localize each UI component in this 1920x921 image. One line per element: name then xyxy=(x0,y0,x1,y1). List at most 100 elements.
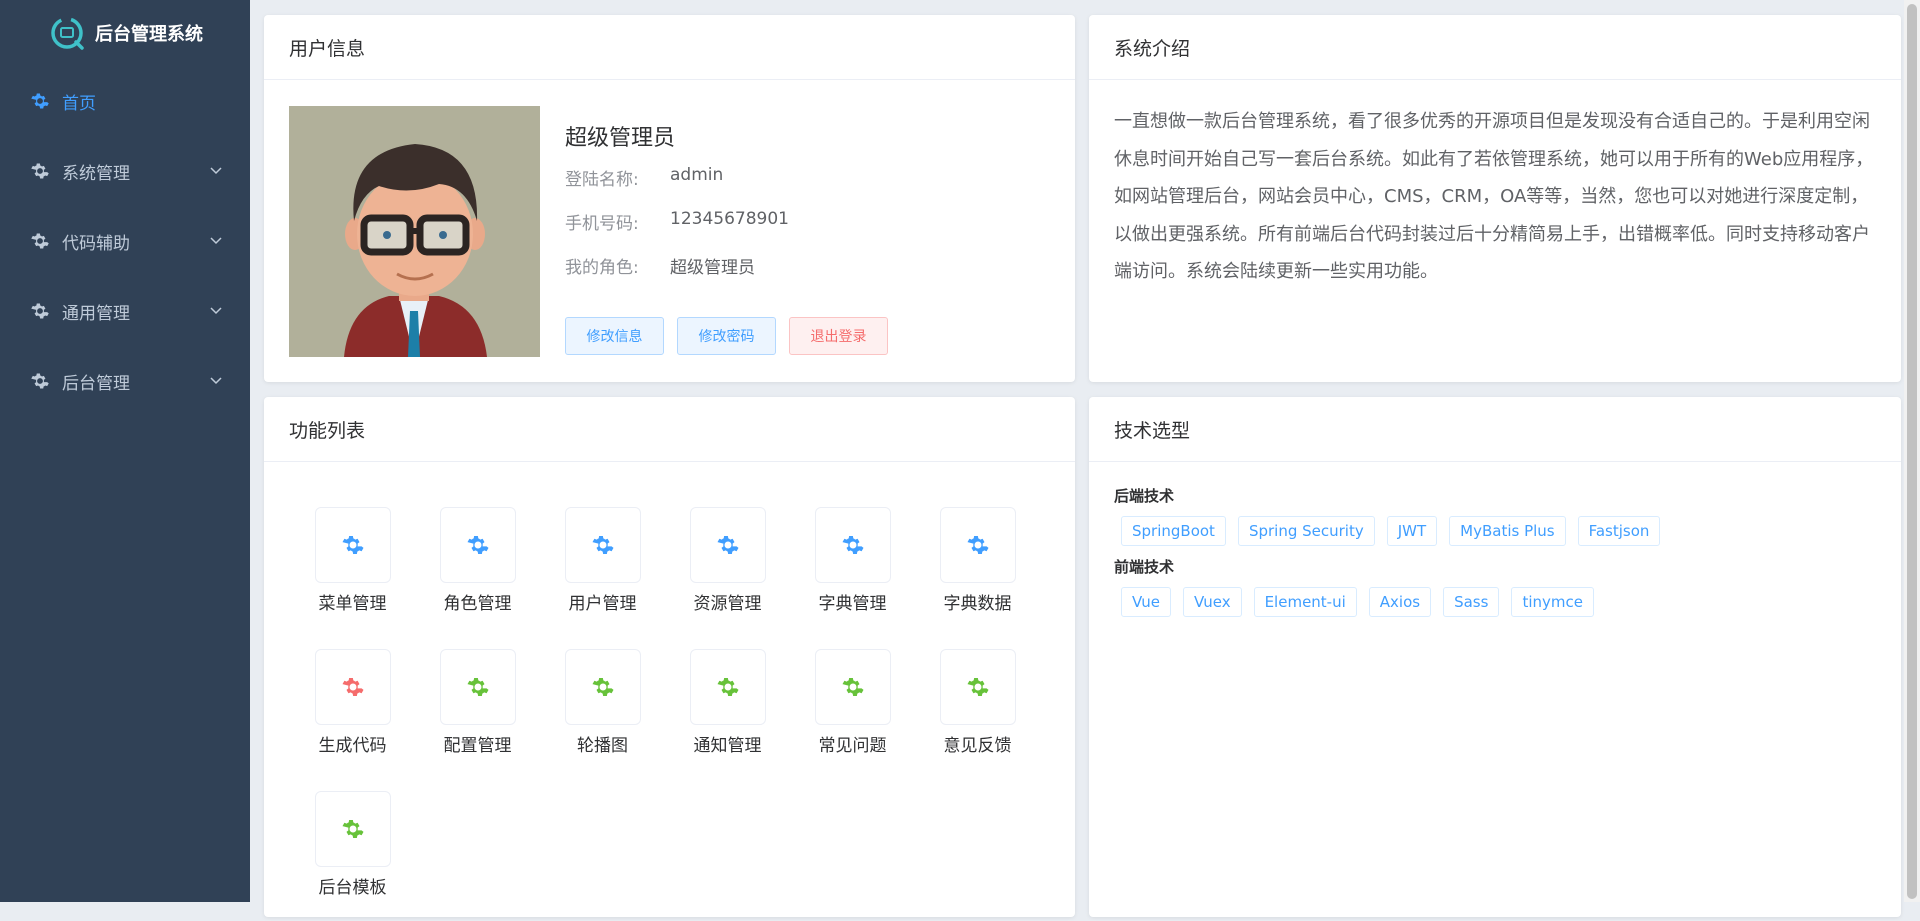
sidebar-item-1[interactable]: 系统管理 xyxy=(0,136,250,206)
tech-tag: Fastjson xyxy=(1577,516,1661,546)
gear-icon xyxy=(342,536,363,554)
gear-icon xyxy=(967,536,988,554)
sidebar-item-label: 首页 xyxy=(62,93,96,114)
phone-value: 12345678901 xyxy=(670,209,789,229)
system-intro-text: 一直想做一款后台管理系统，看了很多优秀的开源项目但是发现没有合适自己的。于是利用… xyxy=(1114,111,1874,282)
function-label: 字典数据 xyxy=(943,594,1012,614)
function-icon-box[interactable] xyxy=(439,649,516,725)
frontend-label: 前端技术 xyxy=(1114,558,1175,576)
profile-display-name: 超级管理员 xyxy=(565,126,676,151)
sidebar: 后台管理系统 首页系统管理代码辅助通用管理后台管理 xyxy=(0,0,250,902)
avatar-illustration xyxy=(289,106,540,357)
function-icon-box[interactable] xyxy=(939,649,1016,725)
edit-info-button[interactable]: 修改信息 xyxy=(565,317,664,355)
chevron-down-icon xyxy=(210,307,222,315)
change-password-button[interactable]: 修改密码 xyxy=(677,317,776,355)
gear-icon xyxy=(31,233,49,249)
function-label: 字典管理 xyxy=(818,594,887,614)
gear-icon xyxy=(342,678,363,696)
gear-icon xyxy=(467,536,488,554)
function-label: 生成代码 xyxy=(318,736,387,756)
info-row-login: 登陆名称: admin xyxy=(565,165,723,190)
page-scrollbar[interactable] xyxy=(1904,0,1920,902)
gear-icon xyxy=(31,93,49,109)
function-icon-box[interactable] xyxy=(439,507,516,583)
function-icon-box[interactable] xyxy=(314,791,391,867)
info-row-role: 我的角色: 超级管理员 xyxy=(565,253,755,278)
function-label: 用户管理 xyxy=(568,594,637,614)
tech-stack-card: 技术选型 后端技术 SpringBoot Spring Security JWT My… xyxy=(1089,397,1901,917)
function-label: 后台模板 xyxy=(318,878,387,898)
tech-tag: SpringBoot xyxy=(1121,516,1226,546)
tech-tag: JWT xyxy=(1386,516,1438,546)
function-icon-box[interactable] xyxy=(314,507,391,583)
logo[interactable]: 后台管理系统 xyxy=(0,0,250,66)
login-name-label: 登陆名称: xyxy=(565,170,639,190)
tech-tag: Vuex xyxy=(1182,587,1242,617)
sidebar-item-4[interactable]: 后台管理 xyxy=(0,346,250,416)
backend-tags: SpringBoot Spring Security JWT MyBatis Plus… xyxy=(1121,516,1661,546)
chevron-down-icon xyxy=(210,167,222,175)
function-item[interactable]: 配置管理 xyxy=(415,649,540,779)
sidebar-item-2[interactable]: 代码辅助 xyxy=(0,206,250,276)
function-icon-box[interactable] xyxy=(689,507,766,583)
function-item[interactable]: 用户管理 xyxy=(540,507,665,637)
gear-icon xyxy=(717,536,738,554)
app-title: 后台管理系统 xyxy=(95,24,203,45)
logout-button[interactable]: 退出登录 xyxy=(789,317,888,355)
function-item[interactable]: 菜单管理 xyxy=(290,507,415,637)
gear-icon xyxy=(31,303,49,319)
function-item[interactable]: 常见问题 xyxy=(790,649,915,779)
tech-tag: Vue xyxy=(1121,587,1171,617)
info-row-phone: 手机号码: 12345678901 xyxy=(565,209,789,234)
function-label: 资源管理 xyxy=(693,594,762,614)
function-label: 意见反馈 xyxy=(943,736,1012,756)
function-label: 菜单管理 xyxy=(318,594,387,614)
role-label: 我的角色: xyxy=(565,258,639,278)
sidebar-item-label: 代码辅助 xyxy=(62,233,130,254)
function-item[interactable]: 轮播图 xyxy=(540,649,665,779)
function-label: 通知管理 xyxy=(693,736,762,756)
chevron-down-icon xyxy=(210,237,222,245)
system-intro-card: 系统介绍 一直想做一款后台管理系统，看了很多优秀的开源项目但是发现没有合适自己的… xyxy=(1089,15,1901,382)
sidebar-item-0[interactable]: 首页 xyxy=(0,66,250,136)
function-label: 轮播图 xyxy=(577,736,628,756)
tech-tag: Spring Security xyxy=(1237,516,1375,546)
tech-tag: MyBatis Plus xyxy=(1449,516,1566,546)
sidebar-item-3[interactable]: 通用管理 xyxy=(0,276,250,346)
role-value: 超级管理员 xyxy=(670,258,755,278)
tech-stack-title: 技术选型 xyxy=(1089,397,1901,462)
user-info-title: 用户信息 xyxy=(264,15,1075,80)
function-icon-box[interactable] xyxy=(939,507,1016,583)
gear-icon xyxy=(31,373,49,389)
sidebar-item-label: 系统管理 xyxy=(62,163,130,184)
avatar xyxy=(289,106,540,357)
gear-icon xyxy=(842,678,863,696)
function-item[interactable]: 角色管理 xyxy=(415,507,540,637)
tech-tag: Element-ui xyxy=(1253,587,1357,617)
function-icon-box[interactable] xyxy=(814,649,891,725)
tech-tag: Axios xyxy=(1368,587,1432,617)
function-item[interactable]: 通知管理 xyxy=(665,649,790,779)
logo-icon xyxy=(51,17,84,50)
function-item[interactable]: 意见反馈 xyxy=(915,649,1040,779)
function-icon-box[interactable] xyxy=(689,649,766,725)
function-icon-box[interactable] xyxy=(564,507,641,583)
scrollbar-thumb[interactable] xyxy=(1907,4,1917,899)
sidebar-menu: 首页系统管理代码辅助通用管理后台管理 xyxy=(0,66,250,416)
function-item[interactable]: 字典管理 xyxy=(790,507,915,637)
function-item[interactable]: 资源管理 xyxy=(665,507,790,637)
function-item[interactable]: 生成代码 xyxy=(290,649,415,779)
gear-icon xyxy=(717,678,738,696)
gear-icon xyxy=(592,678,613,696)
system-intro-title: 系统介绍 xyxy=(1089,15,1901,80)
function-icon-box[interactable] xyxy=(314,649,391,725)
function-icon-box[interactable] xyxy=(814,507,891,583)
gear-icon xyxy=(842,536,863,554)
function-icon-box[interactable] xyxy=(564,649,641,725)
function-item[interactable]: 字典数据 xyxy=(915,507,1040,637)
gear-icon xyxy=(592,536,613,554)
sidebar-item-label: 后台管理 xyxy=(62,373,130,394)
gear-icon xyxy=(31,163,49,179)
gear-icon xyxy=(967,678,988,696)
